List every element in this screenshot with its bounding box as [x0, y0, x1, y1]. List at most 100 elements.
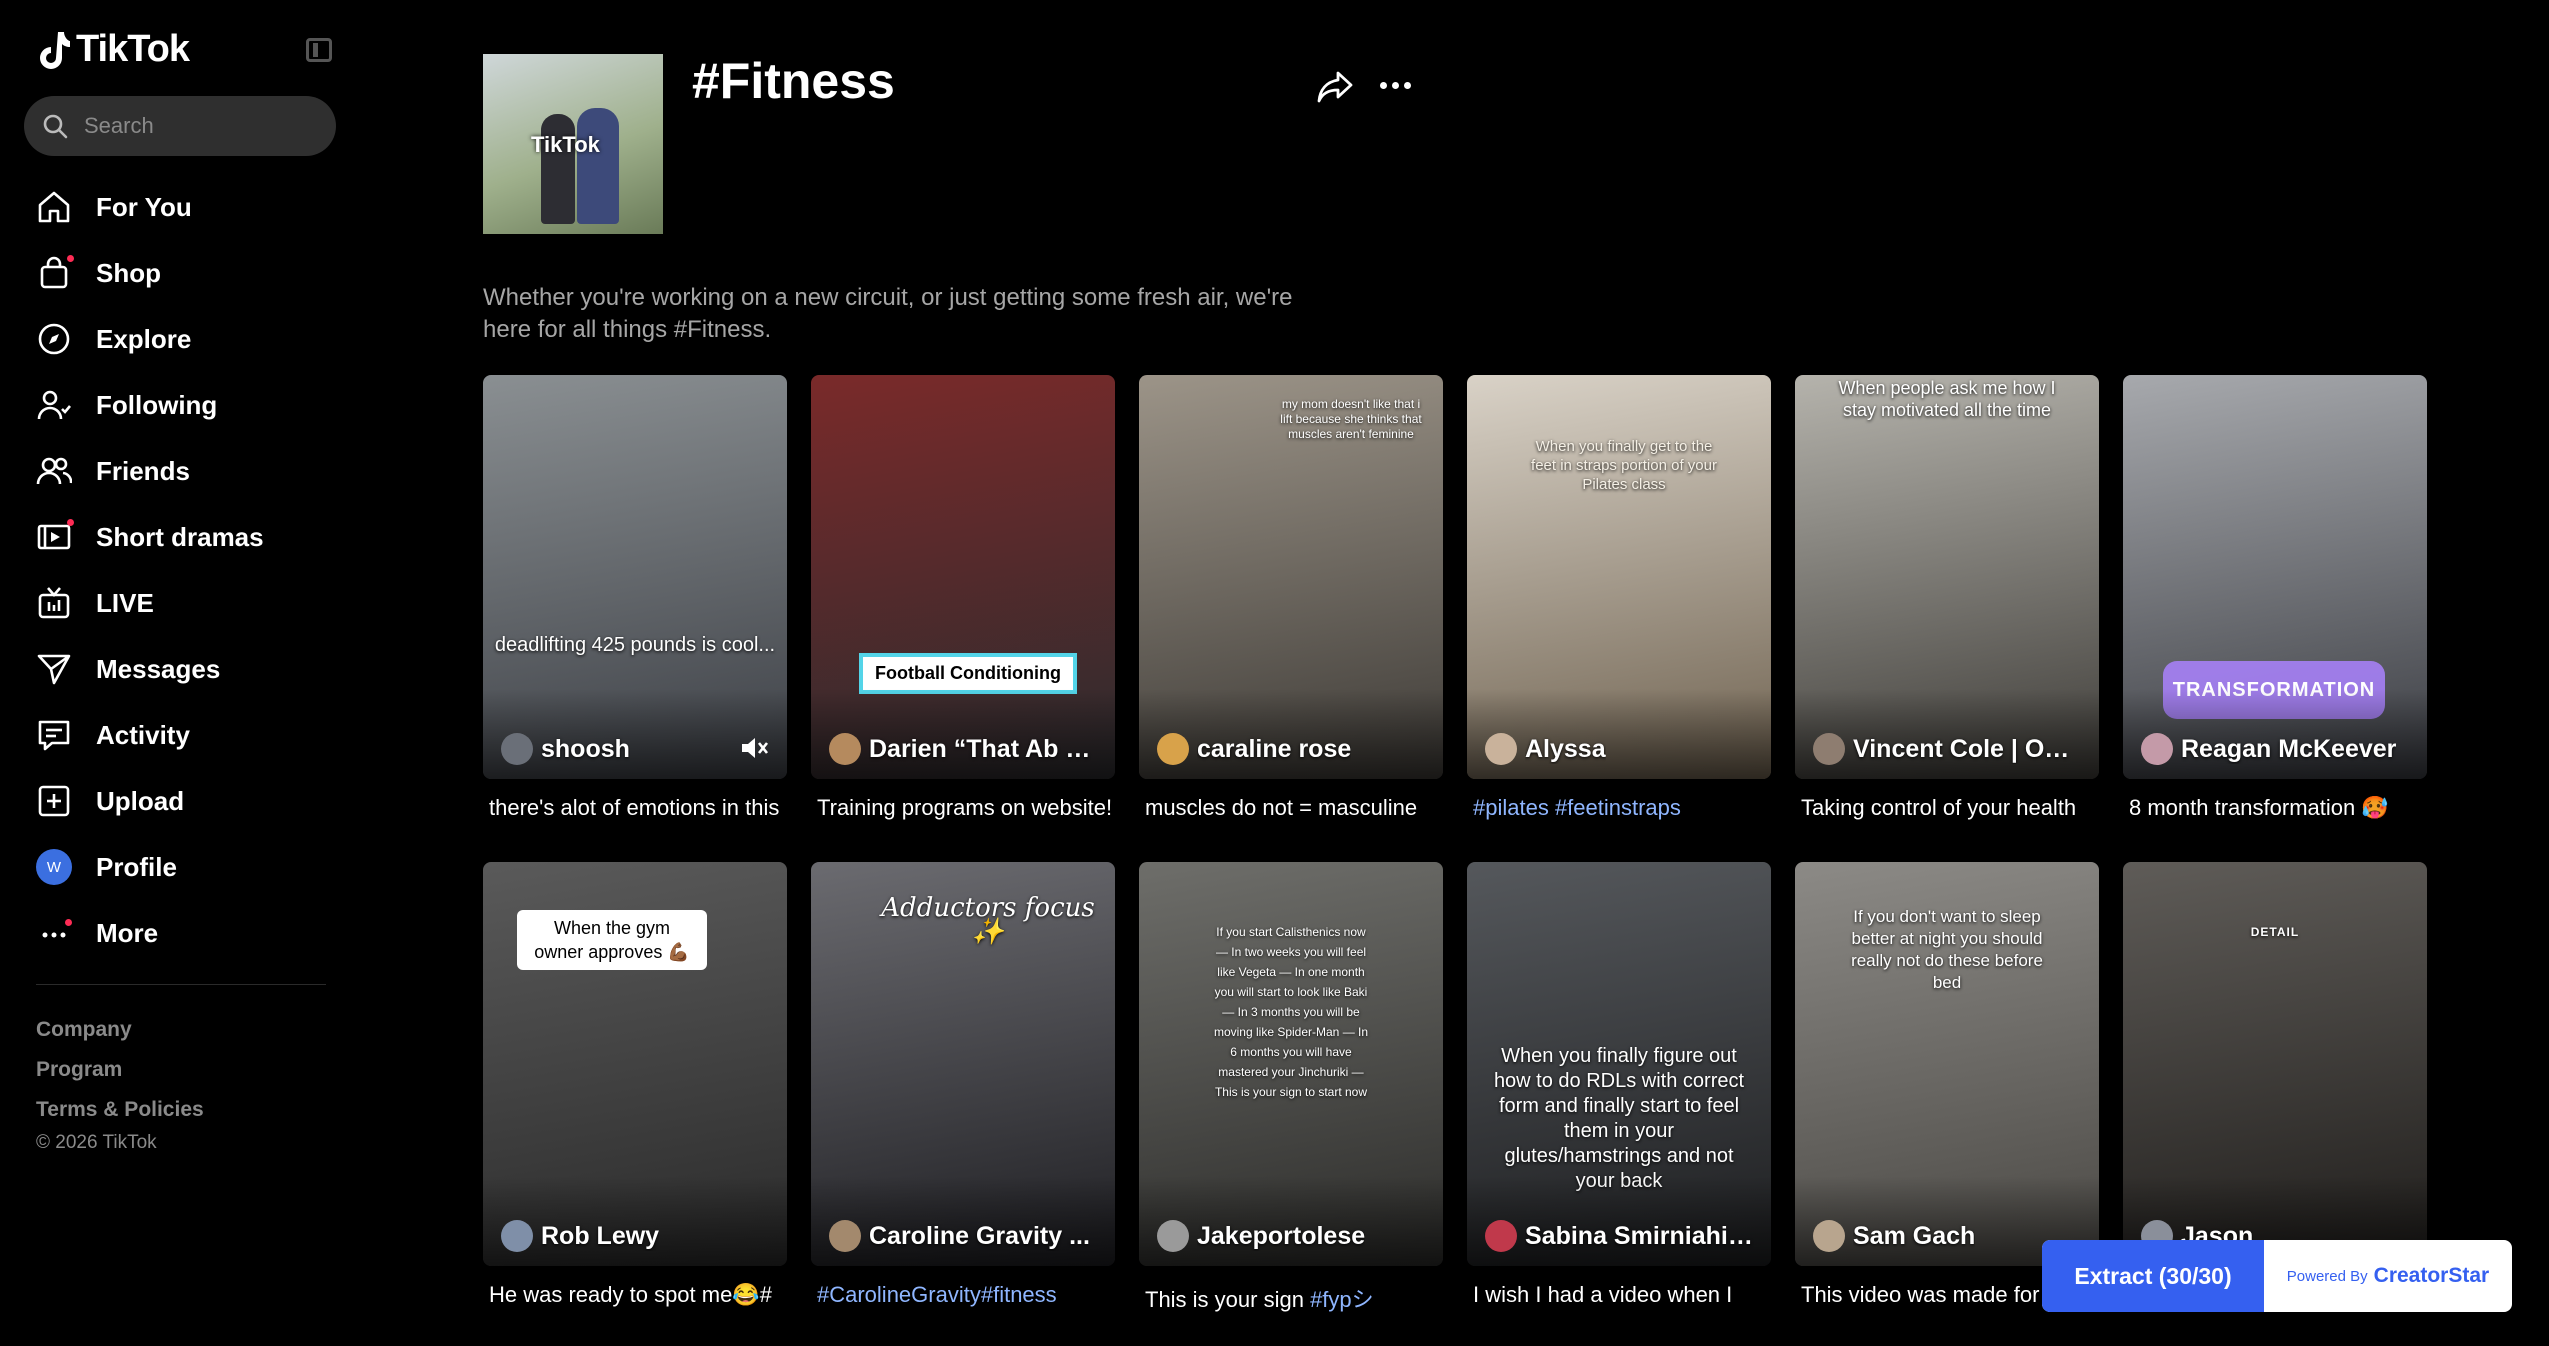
nav-for-you[interactable]: For You [34, 174, 264, 240]
nav-label: Profile [96, 851, 177, 882]
creator[interactable]: Reagan McKeever [2141, 733, 2421, 765]
video-thumbnail[interactable]: When the gym owner approves 💪🏾 Rob Lewy [483, 862, 787, 1266]
creator-name: shoosh [541, 734, 630, 763]
creator[interactable]: Rob Lewy [501, 1220, 781, 1252]
search-icon [43, 114, 68, 139]
creator[interactable]: Vincent Cole | Onl... [1813, 733, 2093, 765]
collapse-sidebar-icon[interactable] [306, 38, 332, 62]
video-thumbnail[interactable]: deadlifting 425 pounds is cool... shoosh [483, 375, 787, 779]
nav-messages[interactable]: Messages [34, 636, 264, 702]
share-icon [1317, 71, 1353, 103]
mute-icon[interactable] [739, 735, 769, 761]
cover-watermark: TikTok [531, 132, 600, 157]
logo-wordmark: TikTok [76, 28, 190, 70]
video-thumbnail[interactable]: TRANSFORMATION Reagan McKeever [2123, 375, 2427, 779]
video-caption[interactable]: #CarolineGravity#fitness [817, 1282, 1113, 1308]
nav-short-dramas[interactable]: Short dramas [34, 504, 264, 570]
page-title: #Fitness [692, 53, 895, 109]
share-button[interactable] [1316, 70, 1354, 109]
home-icon [38, 191, 70, 223]
video-thumbnail[interactable]: If you don't want to sleep better at nig… [1795, 862, 2099, 1266]
avatar [1813, 733, 1845, 765]
nav-explore[interactable]: Explore [34, 306, 264, 372]
video-thumbnail[interactable]: Football Conditioning Darien “That Ab G.… [811, 375, 1115, 779]
sidebar-footer: Company Program Terms & Policies © 2026 … [36, 1010, 204, 1154]
avatar [829, 1220, 861, 1252]
inbox-icon [38, 720, 70, 751]
nav-profile[interactable]: W Profile [34, 834, 264, 900]
overlay-text: deadlifting 425 pounds is cool... [494, 634, 776, 656]
nav-upload[interactable]: Upload [34, 768, 264, 834]
nav-shop[interactable]: Shop [34, 240, 264, 306]
video-caption[interactable]: #pilates #feetinstraps [1473, 795, 1769, 821]
video-caption[interactable]: This is your sign #fypシ [1145, 1282, 1441, 1314]
video-caption[interactable]: 8 month transformation 🥵 [2129, 795, 2425, 821]
nav-live[interactable]: LIVE [34, 570, 264, 636]
powered-by-label: Powered By [2286, 1267, 2368, 1285]
video-thumbnail[interactable]: When you finally figure out how to do RD… [1467, 862, 1771, 1266]
video-caption[interactable]: Taking control of your health [1801, 795, 2097, 821]
creator-name: Darien “That Ab G... [869, 734, 1099, 763]
nav-friends[interactable]: Friends [34, 438, 264, 504]
video-caption[interactable]: I wish I had a video when I [1473, 1282, 1769, 1308]
nav-following[interactable]: Following [34, 372, 264, 438]
creator[interactable]: Jakeportolese [1157, 1220, 1437, 1252]
hashtags[interactable]: #pilates #feetinstraps [1473, 795, 1681, 820]
creator-name: Alyssa [1525, 734, 1606, 763]
creator[interactable]: Darien “That Ab G... [829, 733, 1109, 765]
creator[interactable]: Caroline Gravity ... [829, 1220, 1109, 1252]
avatar [1157, 733, 1189, 765]
sidebar: TikTok For You Shop Explore Following Fr… [0, 0, 345, 1346]
overlay-text: When the gym owner approves 💪🏾 [517, 910, 707, 970]
avatar: W [36, 849, 72, 885]
video-thumbnail[interactable]: DETAIL Jason [2123, 862, 2427, 1266]
overlay-text: If you start Calisthenics now — In two w… [1213, 925, 1369, 1099]
user-follow-icon [37, 390, 71, 420]
footer-link-company[interactable]: Company [36, 1010, 204, 1050]
overlay-text: my mom doesn't like that i lift because … [1280, 397, 1422, 441]
footer-link-program[interactable]: Program [36, 1050, 204, 1090]
nav-activity[interactable]: Activity [34, 702, 264, 768]
nav-label: Short dramas [96, 521, 264, 552]
hashtags[interactable]: #CarolineGravity#fitness [817, 1282, 1057, 1307]
creatorstar-widget: Extract (30/30) Powered By CreatorStar [2042, 1240, 2512, 1312]
nav-more[interactable]: More [34, 900, 264, 966]
video-thumbnail[interactable]: Adductors focus ✨ Caroline Gravity ... [811, 862, 1115, 1266]
avatar [501, 733, 533, 765]
send-icon [37, 654, 71, 685]
creator[interactable]: Alyssa [1485, 733, 1765, 765]
extract-button[interactable]: Extract (30/30) [2042, 1240, 2264, 1312]
powered-by[interactable]: Powered By CreatorStar [2264, 1240, 2512, 1312]
video-thumbnail[interactable]: my mom doesn't like that i lift because … [1139, 375, 1443, 779]
video-caption[interactable]: He was ready to spot me😂# [489, 1282, 785, 1308]
video-caption[interactable]: Training programs on website! [817, 795, 1113, 821]
creator-name: Sabina Smirniahin... [1525, 1221, 1755, 1250]
dot [1392, 82, 1399, 89]
search-input[interactable] [82, 112, 326, 140]
overlay-text: When you finally get to the feet in stra… [1531, 438, 1717, 493]
hashtag-description: Whether you're working on a new circuit,… [483, 284, 1293, 343]
video-caption[interactable]: muscles do not = masculine [1145, 795, 1441, 821]
nav-label: Friends [96, 455, 190, 486]
plus-square-icon [38, 785, 70, 817]
overlay-text: When people ask me how I stay motivated … [1838, 378, 2056, 420]
video-thumbnail[interactable]: When people ask me how I stay motivated … [1795, 375, 2099, 779]
avatar [1485, 1220, 1517, 1252]
video-thumbnail[interactable]: If you start Calisthenics now — In two w… [1139, 862, 1443, 1266]
footer-link-terms[interactable]: Terms & Policies [36, 1090, 204, 1130]
compass-icon [38, 323, 70, 355]
creator[interactable]: Sabina Smirniahin... [1485, 1220, 1765, 1252]
creator[interactable]: caraline rose [1157, 733, 1437, 765]
search-bar[interactable] [24, 96, 336, 156]
sidebar-divider [36, 984, 326, 985]
overlay-text: Football Conditioning [859, 653, 1077, 694]
creator-name: Reagan McKeever [2181, 734, 2397, 763]
more-options-button[interactable] [1380, 82, 1411, 89]
tiktok-logo[interactable]: TikTok [36, 28, 190, 71]
hashtags[interactable]: #fypシ [1310, 1287, 1374, 1312]
overlay-text: If you don't want to sleep better at nig… [1851, 907, 2043, 992]
video-thumbnail[interactable]: When you finally get to the feet in stra… [1467, 375, 1771, 779]
avatar [1157, 1220, 1189, 1252]
caption-text: This is your sign [1145, 1287, 1311, 1312]
video-caption[interactable]: there's alot of emotions in this [489, 795, 785, 821]
